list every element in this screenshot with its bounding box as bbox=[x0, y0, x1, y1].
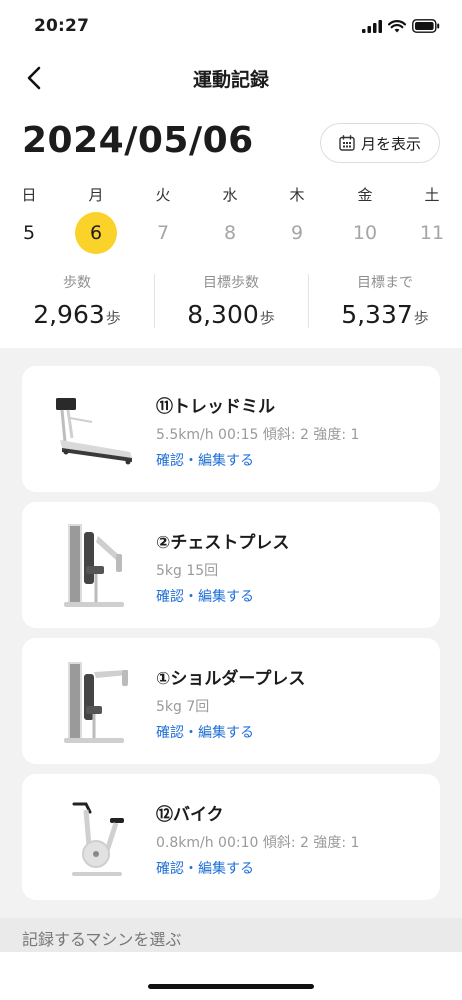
stat-value: 8,300歩 bbox=[154, 300, 308, 329]
shoulder-press-image bbox=[64, 662, 128, 743]
confirm-edit-link[interactable]: 確認・編集する bbox=[156, 722, 254, 742]
show-month-label: 月を表示 bbox=[360, 134, 421, 153]
day-number: 7 bbox=[156, 222, 170, 244]
stat-steps: 歩数 2,963歩 bbox=[0, 272, 154, 334]
machine-detail: 5.5km/h 00:15 傾斜: 2 強度: 1 bbox=[156, 427, 360, 443]
home-indicator bbox=[148, 984, 314, 989]
select-machine-label: 記録するマシンを選ぶ bbox=[22, 930, 182, 949]
day-of-week-label: 月 bbox=[88, 186, 104, 204]
day-thursday[interactable]: 木 9 bbox=[273, 184, 321, 254]
day-of-week-label: 日 bbox=[21, 186, 37, 204]
treadmill-image bbox=[56, 398, 132, 465]
machine-title: ⑫バイク bbox=[156, 805, 224, 825]
show-month-button[interactable]: 月を表示 bbox=[320, 123, 440, 163]
day-of-week-label: 水 bbox=[222, 186, 238, 204]
day-of-week-label: 金 bbox=[357, 186, 373, 204]
chest-press-image bbox=[64, 524, 124, 607]
machine-title: ②チェストプレス bbox=[156, 533, 290, 553]
machine-detail: 5kg 15回 bbox=[156, 563, 219, 579]
stat-target-steps: 目標歩数 8,300歩 bbox=[154, 272, 308, 334]
machine-card-bike[interactable]: ⑫バイク 0.8km/h 00:10 傾斜: 2 強度: 1 確認・編集する bbox=[22, 774, 440, 900]
machine-title: ①ショルダープレス bbox=[156, 669, 306, 689]
battery-icon bbox=[412, 19, 440, 33]
status-icons bbox=[362, 19, 440, 33]
stat-label: 目標まで bbox=[357, 275, 413, 291]
stat-value: 5,337歩 bbox=[308, 300, 462, 329]
stat-unit: 歩 bbox=[413, 309, 429, 327]
confirm-edit-link[interactable]: 確認・編集する bbox=[156, 450, 254, 470]
day-monday[interactable]: 月 6 bbox=[72, 184, 120, 254]
stat-unit: 歩 bbox=[259, 309, 275, 327]
stat-remaining: 目標まで 5,337歩 bbox=[308, 272, 462, 334]
machine-list: ⑪トレッドミル 5.5km/h 00:15 傾斜: 2 強度: 1 確認・編集す… bbox=[0, 348, 462, 918]
wifi-icon bbox=[388, 19, 406, 32]
machine-title: ⑪トレッドミル bbox=[156, 397, 275, 417]
day-of-week-label: 火 bbox=[155, 186, 171, 204]
day-sunday[interactable]: 日 5 bbox=[5, 184, 53, 254]
stat-value: 2,963歩 bbox=[0, 300, 154, 329]
machine-card-chest-press[interactable]: ②チェストプレス 5kg 15回 確認・編集する bbox=[22, 502, 440, 628]
day-number: 10 bbox=[352, 222, 378, 244]
day-of-week-label: 土 bbox=[424, 186, 440, 204]
step-stats: 歩数 2,963歩 目標歩数 8,300歩 目標まで 5,337歩 bbox=[0, 272, 462, 334]
status-time: 20:27 bbox=[34, 16, 90, 36]
week-strip: 日 5 月 6 火 7 水 8 木 9 金 10 土 11 bbox=[0, 184, 462, 256]
signal-icon bbox=[362, 19, 382, 33]
confirm-edit-link[interactable]: 確認・編集する bbox=[156, 586, 254, 606]
day-number: 8 bbox=[223, 222, 237, 244]
day-number-selected: 6 bbox=[75, 212, 117, 254]
day-wednesday[interactable]: 水 8 bbox=[206, 184, 254, 254]
status-bar: 20:27 bbox=[0, 0, 462, 52]
day-number: 5 bbox=[22, 222, 36, 244]
machine-card-shoulder-press[interactable]: ①ショルダープレス 5kg 7回 確認・編集する bbox=[22, 638, 440, 764]
calendar-icon bbox=[339, 135, 355, 151]
day-saturday[interactable]: 土 11 bbox=[408, 184, 456, 254]
day-friday[interactable]: 金 10 bbox=[341, 184, 389, 254]
confirm-edit-link[interactable]: 確認・編集する bbox=[156, 858, 254, 878]
machine-detail: 5kg 7回 bbox=[156, 699, 210, 715]
stat-unit: 歩 bbox=[105, 309, 121, 327]
stat-label: 目標歩数 bbox=[203, 275, 259, 291]
day-number: 11 bbox=[419, 222, 445, 244]
nav-bar: 運動記録 bbox=[0, 52, 462, 102]
select-machine-bar[interactable]: 記録するマシンを選ぶ bbox=[0, 918, 462, 952]
date-title: 2024/05/06 bbox=[22, 120, 254, 161]
bike-image bbox=[72, 802, 124, 876]
stat-number: 5,337 bbox=[341, 300, 413, 329]
machine-detail: 0.8km/h 00:10 傾斜: 2 強度: 1 bbox=[156, 835, 360, 851]
day-number: 9 bbox=[290, 222, 304, 244]
stat-number: 8,300 bbox=[187, 300, 259, 329]
day-tuesday[interactable]: 火 7 bbox=[139, 184, 187, 254]
stat-label: 歩数 bbox=[63, 275, 91, 291]
machine-card-treadmill[interactable]: ⑪トレッドミル 5.5km/h 00:15 傾斜: 2 強度: 1 確認・編集す… bbox=[22, 366, 440, 492]
day-of-week-label: 木 bbox=[289, 186, 305, 204]
page-title: 運動記録 bbox=[192, 69, 269, 91]
stat-number: 2,963 bbox=[33, 300, 105, 329]
